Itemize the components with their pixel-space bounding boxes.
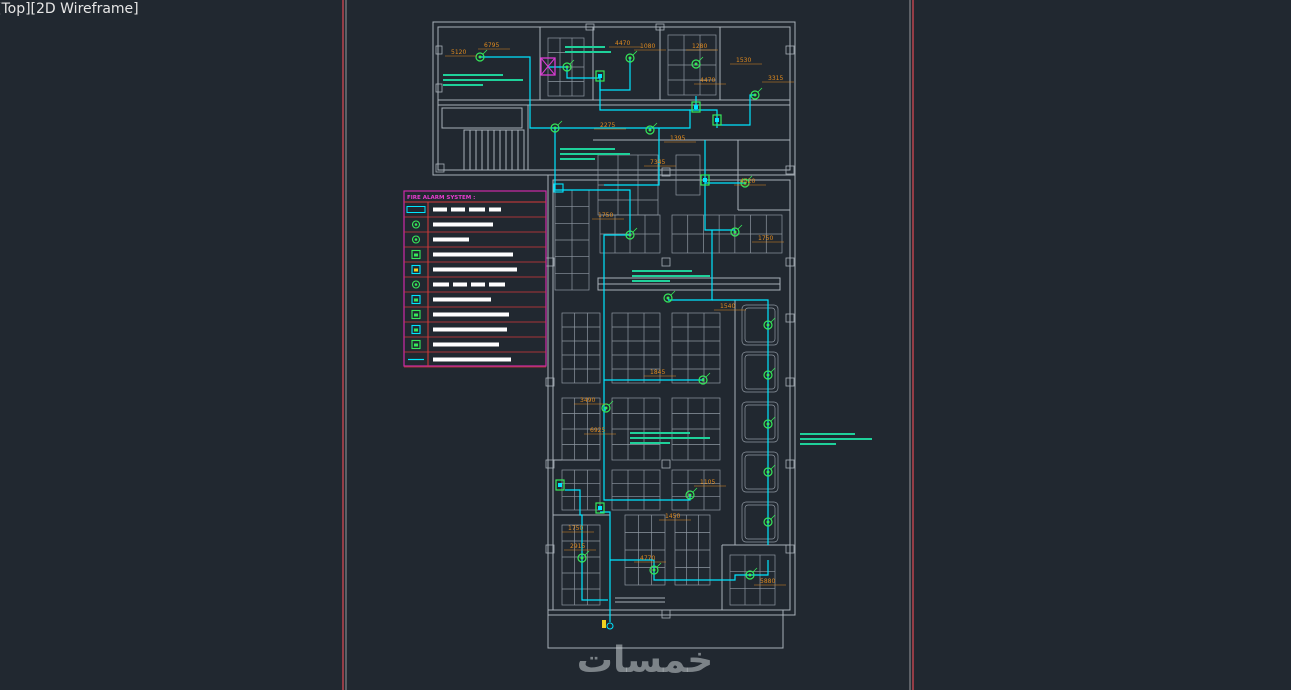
- svg-text:1080: 1080: [640, 43, 655, 50]
- svg-text:4470: 4470: [615, 40, 630, 47]
- dimension-label: 1750: [752, 235, 784, 243]
- dimension-label: 3315: [762, 75, 794, 83]
- structural-columns: [435, 23, 795, 619]
- dimension-label: 1540: [714, 303, 746, 311]
- smoke-detector-icon: [625, 227, 638, 240]
- legend-description: [433, 237, 469, 242]
- manual-call-point-icon: [411, 249, 421, 260]
- legend-description: [471, 282, 485, 287]
- legend-description: [433, 312, 509, 317]
- smoke-detector-icon: [625, 50, 638, 63]
- svg-text:1845: 1845: [650, 369, 665, 376]
- control-module-icon: [411, 294, 421, 305]
- legend-description: [433, 267, 517, 272]
- dimension-label: 4470: [694, 77, 726, 85]
- smoke-detector-icon: [698, 372, 711, 385]
- dimension-label: 4770: [634, 555, 666, 563]
- dimension-label: 4520: [734, 178, 766, 186]
- svg-text:4770: 4770: [640, 555, 655, 562]
- svg-text:1540: 1540: [720, 303, 735, 310]
- monitor-module-icon: [555, 479, 565, 491]
- smoke-detector-icon: [763, 514, 776, 527]
- legend-description: [433, 222, 493, 227]
- legend-description: [451, 207, 465, 212]
- svg-text:6795: 6795: [484, 42, 499, 49]
- dimension-label: 1750: [592, 212, 624, 220]
- svg-text:3490: 3490: [580, 397, 595, 404]
- isolator-module-icon: [411, 339, 421, 350]
- smoke-detector-icon: [691, 56, 704, 69]
- legend-title: FIRE ALARM SYSTEM :: [407, 195, 475, 201]
- svg-text:1280: 1280: [692, 43, 707, 50]
- watermark-text: خمسات: [577, 640, 713, 681]
- smoke-detector-icon: [763, 416, 776, 429]
- dimension-label: 1105: [694, 479, 726, 487]
- bell-icon: [602, 620, 614, 630]
- monitor-module-icon: [411, 309, 421, 320]
- svg-text:4470: 4470: [700, 77, 715, 84]
- cad-drawing-area[interactable]: 5120 1080 1280 1530 3315 2275 4520 1750 1750 1540…: [0, 0, 1291, 690]
- svg-text:1530: 1530: [736, 57, 751, 64]
- smoke-detector-icon: [763, 367, 776, 380]
- legend-description: [489, 282, 505, 287]
- smoke-detector-icon: [411, 220, 421, 229]
- dimension-label: 6795: [478, 42, 510, 50]
- svg-text:5880: 5880: [760, 578, 775, 585]
- legend-description: [453, 282, 467, 287]
- heat-detector-icon: [411, 235, 421, 244]
- svg-text:2275: 2275: [600, 122, 615, 129]
- legend-description: [433, 327, 507, 332]
- legend-description: [433, 207, 447, 212]
- bell-icon: [411, 264, 421, 275]
- legend-description: [433, 252, 513, 257]
- cable-notes: [443, 46, 872, 445]
- legend-description: [469, 207, 485, 212]
- dimension-label: 2915: [564, 543, 596, 551]
- dimension-label: 1450: [659, 513, 691, 521]
- smoke-detector-icon: [763, 317, 776, 330]
- smoke-detector-icon: [745, 567, 758, 580]
- legend-description: [433, 357, 511, 362]
- svg-text:6925: 6925: [590, 427, 605, 434]
- dimension-label: 4470: [609, 40, 641, 48]
- dimension-label: 6925: [584, 427, 616, 435]
- panel-icon: [406, 206, 426, 213]
- smoke-detector-icon: [550, 120, 563, 133]
- dimension-label: 1530: [730, 57, 762, 65]
- smoke-detector-icon: [750, 87, 763, 100]
- relay-module-icon: [411, 324, 421, 335]
- dimension-label: 1080: [634, 43, 666, 51]
- svg-text:3315: 3315: [768, 75, 783, 82]
- legend-description: [489, 207, 501, 212]
- svg-text:5120: 5120: [451, 49, 466, 56]
- fire-alarm-devices: [475, 49, 776, 630]
- floor-plan-walls: [432, 21, 796, 649]
- smoke-detector-icon: [763, 464, 776, 477]
- fire-alarm-legend[interactable]: FIRE ALARM SYSTEM :: [403, 190, 547, 368]
- legend-description: [433, 282, 449, 287]
- svg-text:1750: 1750: [598, 212, 613, 219]
- svg-text:1395: 1395: [670, 135, 685, 142]
- smoke-detector-icon: [475, 49, 488, 62]
- legend-description: [433, 342, 499, 347]
- dimension-label: 5880: [754, 578, 786, 586]
- dimension-label: 5120: [445, 49, 477, 57]
- dimension-label: 1845: [644, 369, 676, 377]
- svg-text:1450: 1450: [665, 513, 680, 520]
- legend-description: [433, 297, 491, 302]
- dimension-label: 1750: [562, 525, 594, 533]
- svg-text:1750: 1750: [568, 525, 583, 532]
- svg-text:7345: 7345: [650, 159, 665, 166]
- dimension-label: 7345: [644, 159, 676, 167]
- svg-text:1750: 1750: [758, 235, 773, 242]
- svg-text:4520: 4520: [740, 178, 755, 185]
- svg-text:2915: 2915: [570, 543, 585, 550]
- beam-detector-icon: [411, 280, 421, 289]
- fire-alarm-wiring: [480, 56, 769, 622]
- dimension-label: 1280: [686, 43, 718, 51]
- svg-text:1105: 1105: [700, 479, 715, 486]
- khamsat-watermark: خمسات: [577, 640, 713, 681]
- dimension-label: 1395: [664, 135, 696, 143]
